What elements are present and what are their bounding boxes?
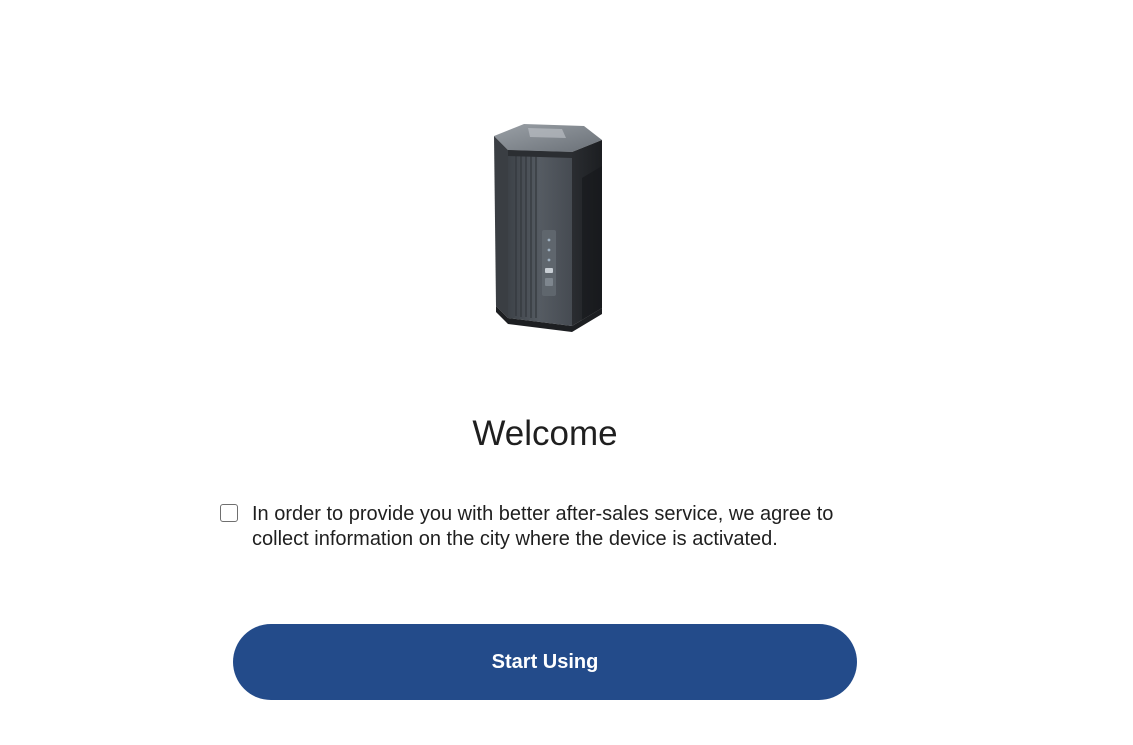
welcome-title: Welcome	[472, 414, 618, 453]
consent-row: In order to provide you with better afte…	[220, 502, 900, 552]
consent-text: In order to provide you with better afte…	[252, 503, 834, 550]
router-device-image	[484, 118, 608, 336]
consent-checkbox[interactable]	[220, 504, 238, 522]
welcome-page: Welcome In order to provide you with bet…	[0, 0, 1133, 745]
start-using-button[interactable]: Start Using	[233, 624, 857, 700]
